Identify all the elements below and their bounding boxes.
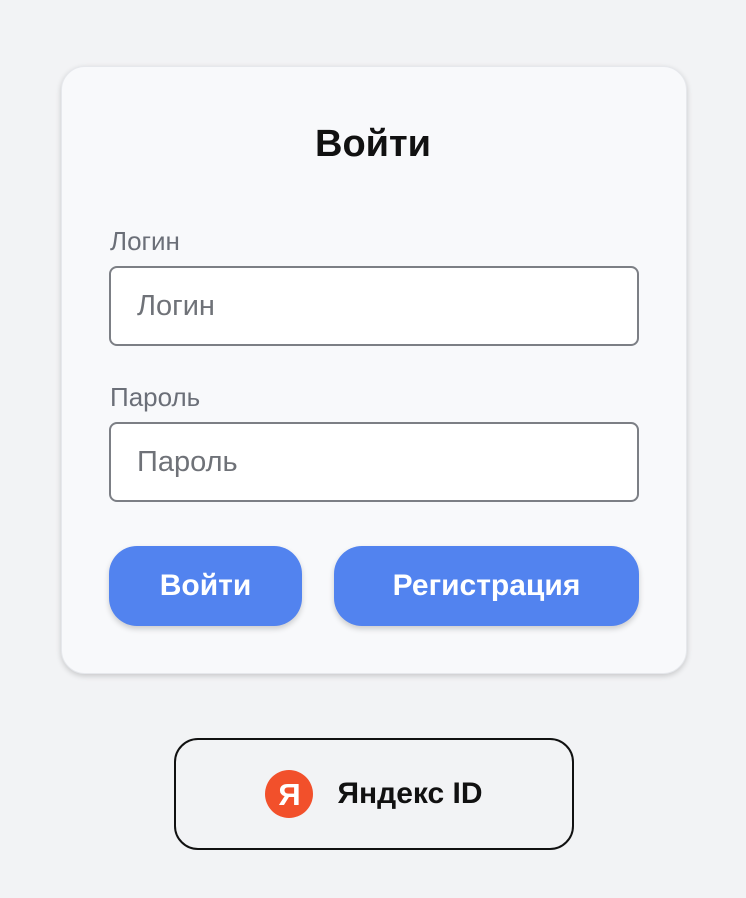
yandex-id-label: Яндекс ID xyxy=(337,777,483,810)
yandex-id-button[interactable]: Я Яндекс ID xyxy=(174,738,574,850)
login-input[interactable] xyxy=(109,266,639,346)
login-label: Логин xyxy=(110,226,180,256)
register-button[interactable]: Регистрация xyxy=(334,546,639,626)
password-label: Пароль xyxy=(110,382,201,412)
yandex-logo-icon: Я xyxy=(265,770,314,818)
page-title: Войти xyxy=(315,123,431,165)
login-button[interactable]: Войти xyxy=(109,546,302,626)
password-input[interactable] xyxy=(109,422,639,502)
